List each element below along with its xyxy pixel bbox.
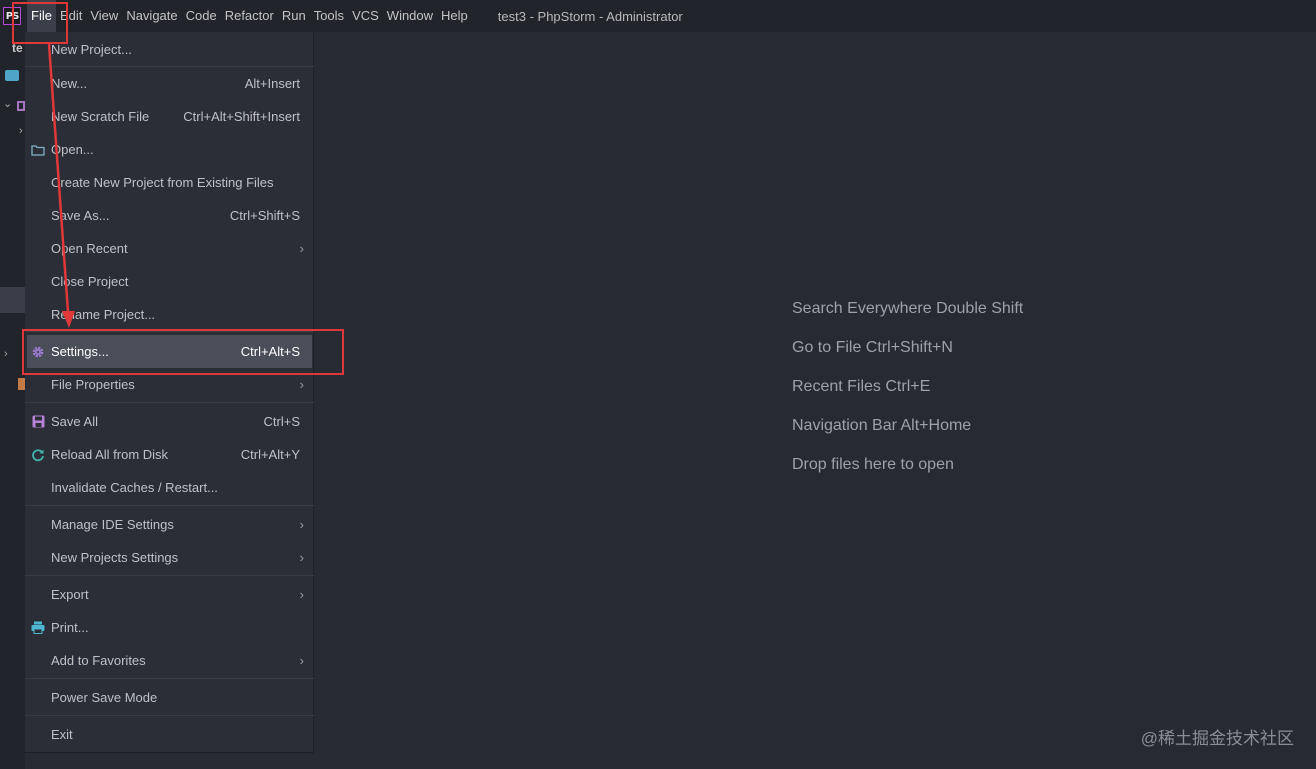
menu-item-close-project[interactable]: Close Project	[25, 265, 314, 298]
watermark: @稀土掘金技术社区	[1140, 729, 1294, 748]
project-title-fragment: te	[12, 41, 23, 55]
file-menu-dropdown: New Project... New... Alt+Insert New Scr…	[25, 32, 314, 753]
menu-item-invalidate-caches[interactable]: Invalidate Caches / Restart...	[25, 471, 314, 504]
menu-item-new[interactable]: New... Alt+Insert	[25, 67, 314, 100]
menu-code[interactable]: Code	[182, 0, 221, 32]
chevron-right-icon: ›	[299, 653, 304, 668]
chevron-right-icon: ›	[299, 550, 304, 565]
print-icon	[31, 621, 45, 635]
chevron-down-icon[interactable]: ⌄	[3, 97, 12, 110]
chevron-right-icon: ›	[299, 517, 304, 532]
menu-item-exit[interactable]: Exit	[25, 718, 314, 751]
chevron-right-icon: ›	[299, 377, 304, 392]
phpstorm-app-icon[interactable]: PS	[3, 7, 21, 25]
menu-edit[interactable]: Edit	[56, 0, 86, 32]
project-folder-icon[interactable]	[5, 70, 19, 81]
hint-go-to-file: Go to File Ctrl+Shift+N	[792, 339, 953, 356]
menu-separator	[25, 678, 314, 679]
menu-file[interactable]: File	[27, 0, 56, 32]
hint-drop-files: Drop files here to open	[792, 456, 954, 473]
gear-icon	[31, 345, 45, 359]
menu-separator	[25, 331, 314, 332]
menu-separator	[25, 715, 314, 716]
menu-item-create-from-existing[interactable]: Create New Project from Existing Files	[25, 166, 314, 199]
menu-item-file-properties[interactable]: File Properties ›	[25, 368, 314, 401]
window-title: test3 - PhpStorm - Administrator	[497, 8, 683, 24]
menu-tools[interactable]: Tools	[310, 0, 348, 32]
chevron-right-icon: ›	[299, 587, 304, 602]
reload-icon	[31, 448, 45, 462]
editor-empty-hints: Search Everywhere Double Shift Go to Fil…	[792, 300, 1023, 495]
menu-navigate[interactable]: Navigate	[122, 0, 181, 32]
scratches-icon	[18, 378, 25, 390]
project-tool-strip: te ⌄ › ›	[0, 32, 25, 769]
menu-item-reload-all[interactable]: Reload All from Disk Ctrl+Alt+Y	[25, 438, 314, 471]
menu-separator	[25, 505, 314, 506]
menu-item-new-project[interactable]: New Project...	[25, 33, 314, 66]
menu-window[interactable]: Window	[383, 0, 437, 32]
menu-item-new-scratch-file[interactable]: New Scratch File Ctrl+Alt+Shift+Insert	[25, 100, 314, 133]
menu-item-open-recent[interactable]: Open Recent ›	[25, 232, 314, 265]
menu-run[interactable]: Run	[278, 0, 310, 32]
menu-item-settings[interactable]: Settings... Ctrl+Alt+S	[27, 335, 312, 368]
menu-item-add-to-favorites[interactable]: Add to Favorites ›	[25, 644, 314, 677]
chevron-right-icon: ›	[299, 241, 304, 256]
menu-refactor[interactable]: Refactor	[221, 0, 278, 32]
menu-item-print[interactable]: Print...	[25, 611, 314, 644]
menu-item-manage-ide-settings[interactable]: Manage IDE Settings ›	[25, 508, 314, 541]
menu-help[interactable]: Help	[437, 0, 472, 32]
menu-item-power-save-mode[interactable]: Power Save Mode	[25, 681, 314, 714]
save-icon	[31, 415, 45, 429]
folder-icon	[31, 143, 45, 157]
menu-view[interactable]: View	[86, 0, 122, 32]
hint-navigation-bar: Navigation Bar Alt+Home	[792, 417, 972, 434]
chevron-right-icon[interactable]: ›	[19, 125, 23, 137]
menu-separator	[25, 402, 314, 403]
menu-vcs[interactable]: VCS	[348, 0, 383, 32]
module-icon	[17, 101, 25, 111]
menu-item-save-as[interactable]: Save As... Ctrl+Shift+S	[25, 199, 314, 232]
hint-recent-files: Recent Files Ctrl+E	[792, 378, 931, 395]
menu-bar: PS File Edit View Navigate Code Refactor…	[0, 0, 1316, 32]
selected-tree-row[interactable]	[0, 287, 25, 313]
hint-search-everywhere: Search Everywhere Double Shift	[792, 300, 1024, 317]
menu-item-save-all[interactable]: Save All Ctrl+S	[25, 405, 314, 438]
menu-item-export[interactable]: Export ›	[25, 578, 314, 611]
menu-item-rename-project[interactable]: Rename Project...	[25, 298, 314, 331]
menu-separator	[25, 575, 314, 576]
menu-item-open[interactable]: Open...	[25, 133, 314, 166]
chevron-right-icon[interactable]: ›	[4, 348, 8, 360]
menu-item-new-projects-settings[interactable]: New Projects Settings ›	[25, 541, 314, 574]
